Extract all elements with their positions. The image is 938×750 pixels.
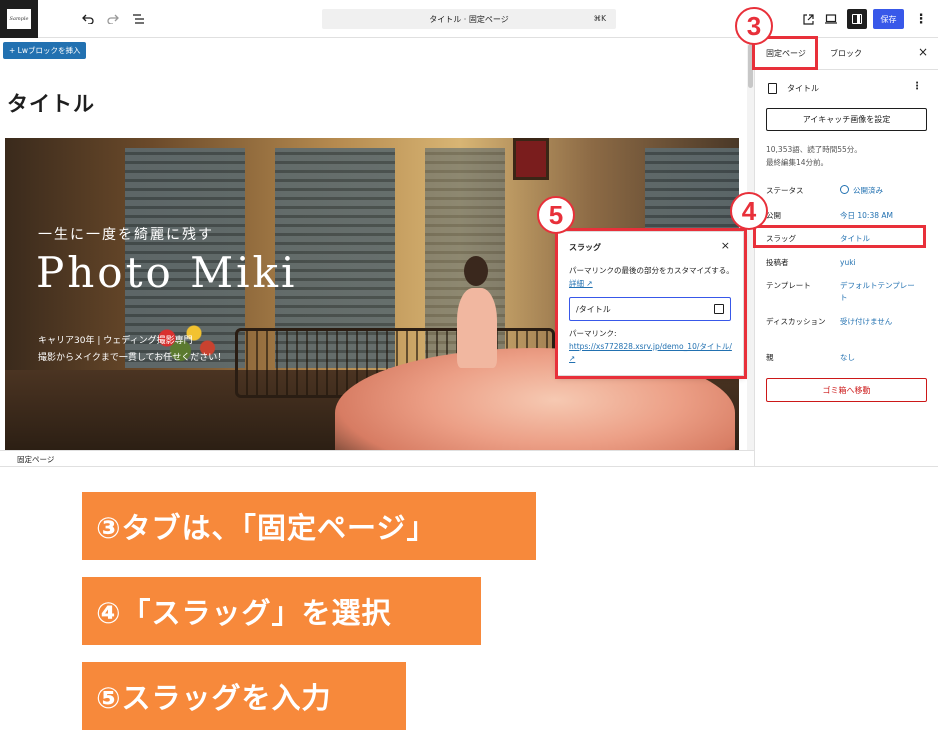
author-value[interactable]: yuki [840,257,928,269]
screenshot-divider [0,466,938,467]
hero-text-line-1[interactable]: キャリア30年 | ウェディング撮影専門 [38,333,193,346]
logo-text: Sample [7,9,31,29]
publish-label: 公開 [766,211,781,220]
desktop-icon[interactable] [820,9,842,29]
tab-block[interactable]: ブロック [830,48,862,59]
parent-value[interactable]: なし [840,352,928,364]
document-icon [768,83,777,94]
move-to-trash-button[interactable]: ゴミ箱へ移動 [766,378,927,402]
annotation-number-4: 4 [730,192,768,230]
hero-photo-bride [457,288,497,368]
site-logo[interactable]: Sample [0,0,38,38]
set-featured-image-button[interactable]: アイキャッチ画像を設定 [766,108,927,131]
shortcut-hint: ⌘K [593,14,606,23]
caption-step-5: ⑤スラッグを入力 [82,662,406,730]
hero-text-line-2[interactable]: 撮影からメイクまで一貫してお任せください！ [38,350,226,363]
lw-insert-block-button[interactable]: + Lwブロックを挿入 [3,42,87,59]
status-value-text: 公開済み [853,186,883,195]
template-value[interactable]: デフォルトテンプレート [840,280,922,304]
editor-top-bar: Sample + タイトル · 固定ページ ⌘K 保存 ⋮ [0,0,938,38]
author-label: 投稿者 [766,258,789,267]
caption-step-4: ④「スラッグ」を選択 [82,577,481,645]
document-title: タイトル · 固定ページ [429,14,509,24]
more-options-icon[interactable]: ⋮ [912,81,922,92]
status-label: ステータス [766,186,804,195]
redo-icon[interactable] [102,9,124,29]
editor-footer-breadcrumb: 固定ページ [0,450,754,466]
sidebar-icon [852,14,862,24]
external-link-icon[interactable] [797,9,819,29]
last-edited-text: 最終編集14分前。 [766,158,829,167]
annotation-number-3: 3 [735,7,773,45]
annotation-box-slug [753,225,926,248]
caption-step-3: ③タブは、「固定ページ」 [82,492,536,560]
breadcrumb-item[interactable]: 固定ページ [17,455,54,464]
annotation-box-popover [555,228,747,379]
close-icon[interactable]: × [918,45,928,59]
hero-title[interactable]: Photo Miki [36,248,297,297]
publish-date-value[interactable]: 今日 10:38 AM [840,210,928,222]
discussion-label: ディスカッション [766,317,826,326]
app-root: Sample + タイトル · 固定ページ ⌘K 保存 ⋮ + Lwブロックを挿… [0,0,938,750]
undo-icon[interactable] [77,9,99,29]
hero-subtitle[interactable]: 一生に一度を綺麗に残す [38,224,214,244]
settings-sidebar: 固定ページ ブロック × タイトル ⋮ アイキャッチ画像を設定 10,353語、… [754,38,938,466]
status-value[interactable]: 公開済み [840,185,928,197]
settings-panel-toggle[interactable] [847,9,867,29]
template-label: テンプレート [766,281,811,290]
parent-label: 親 [766,353,774,362]
list-view-icon[interactable] [128,9,150,29]
command-palette-bar[interactable]: タイトル · 固定ページ ⌘K [322,9,616,29]
discussion-value[interactable]: 受け付けません [840,316,928,328]
document-title-label: タイトル [787,84,819,93]
save-button[interactable]: 保存 [873,9,904,29]
hero-photo-frame [513,138,549,180]
annotation-number-5: 5 [537,196,575,234]
hero-photo-bride-head [464,256,488,286]
word-count-text: 10,353語、読了時間55分。 [766,145,862,154]
options-menu-icon[interactable]: ⋮ [910,9,932,29]
page-title-heading[interactable]: タイトル [7,88,95,118]
published-check-icon [840,185,849,194]
